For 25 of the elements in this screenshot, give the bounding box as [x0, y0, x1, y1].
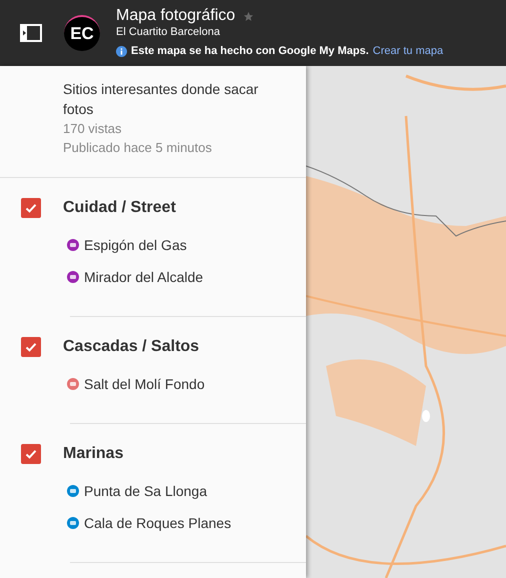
info-icon: [116, 46, 127, 57]
layer-title: Marinas: [63, 444, 124, 464]
map-description: Sitios interesantes donde sacar fotos: [63, 80, 260, 119]
layer-checkbox[interactable]: [21, 444, 41, 464]
view-count: 170 vistas: [63, 120, 123, 138]
place-item[interactable]: Punta de Sa Llonga: [0, 475, 306, 507]
place-item[interactable]: Mirador del Alcalde: [0, 261, 306, 293]
checkmark-icon: [24, 201, 38, 215]
place-item[interactable]: Espigón del Gas: [0, 229, 306, 261]
map-title: Mapa fotográfico: [116, 6, 236, 26]
layer-title: Cascadas / Saltos: [63, 337, 200, 357]
sidebar-toggle-icon[interactable]: [20, 24, 42, 42]
layer-checkbox[interactable]: [21, 198, 41, 218]
layer-title: Cuidad / Street: [63, 198, 176, 218]
layer-checkbox[interactable]: [21, 337, 41, 357]
notice-text: Este mapa se ha hecho con Google My Maps.: [131, 44, 369, 60]
star-icon[interactable]: [243, 10, 254, 22]
map-author: El Cuartito Barcelona: [116, 26, 221, 40]
avatar: EC: [64, 15, 100, 51]
place-item[interactable]: Salt del Molí Fondo: [0, 368, 306, 400]
place-item[interactable]: Cala de Roques Planes: [0, 507, 306, 539]
checkmark-icon: [24, 447, 38, 461]
published-time: Publicado hace 5 minutos: [63, 139, 213, 157]
checkmark-icon: [24, 340, 38, 354]
create-map-link[interactable]: Crear tu mapa: [372, 43, 444, 60]
